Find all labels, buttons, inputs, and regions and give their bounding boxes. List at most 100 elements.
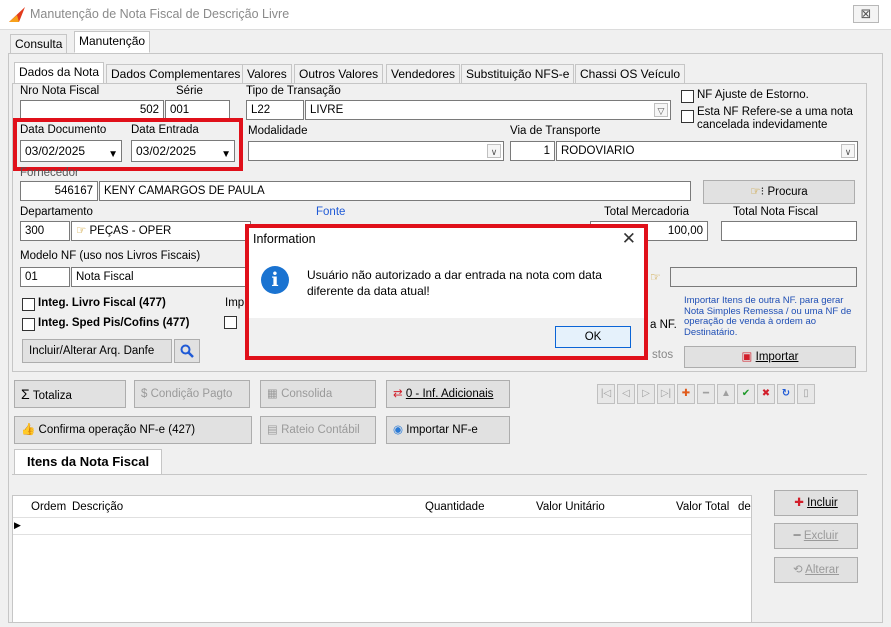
thumbs-up-icon: 👍: [21, 424, 36, 436]
modelo-nf-extra-field[interactable]: [670, 267, 857, 287]
consolida-button[interactable]: ▦ Consolida: [260, 380, 376, 408]
subtab-label: Vendedores: [391, 67, 456, 81]
subtab-dados-complementares[interactable]: Dados Complementares: [106, 64, 246, 84]
tab-itens-nf[interactable]: Itens da Nota Fiscal: [14, 449, 163, 475]
departamento-value: PEÇAS - OPER: [89, 225, 172, 237]
via-transporte-select[interactable]: RODOVIARIO ∨: [556, 141, 858, 161]
procura-button[interactable]: ☞⁝ Procura: [703, 180, 855, 204]
chevron-down-icon: ▼: [221, 149, 231, 160]
prev-record-button[interactable]: ◁: [617, 384, 635, 404]
integ-sped-checkbox[interactable]: [22, 318, 35, 331]
departamento-label: Departamento: [20, 206, 93, 218]
departamento-name[interactable]: ☞ PEÇAS - OPER: [71, 221, 251, 241]
fornecedor-code[interactable]: 546167: [20, 181, 98, 201]
condicao-pagto-button[interactable]: $ Condição Pagto: [134, 380, 250, 408]
last-record-button[interactable]: ▷|: [657, 384, 675, 404]
data-documento-label: Data Documento: [20, 124, 107, 136]
data-documento-picker[interactable]: 03/02/2025 ▼: [20, 140, 122, 162]
search-danfe-button[interactable]: [174, 339, 200, 363]
delete-record-button[interactable]: ━: [697, 384, 715, 404]
chevron-down-icon: ∨: [487, 144, 501, 158]
subtab-vendedores[interactable]: Vendedores: [386, 64, 461, 84]
sigma-icon: Σ: [21, 386, 30, 402]
subtab-chassi-os[interactable]: Chassi OS Veículo: [575, 64, 686, 84]
subtab-label: Substituição NFS-e: [466, 67, 570, 81]
col-quantidade: Quantidade: [425, 501, 485, 513]
excluir-item-button[interactable]: ━ Excluir: [774, 523, 858, 549]
edit-icon: ⟲: [792, 564, 803, 576]
information-dialog: Information ✕ i Usuário não autorizado a…: [245, 224, 648, 360]
modalidade-select[interactable]: ∨: [248, 141, 504, 161]
tipo-transacao-select[interactable]: LIVRE ▽: [305, 100, 671, 120]
extra-nav-button[interactable]: ▯: [797, 384, 815, 404]
modelo-nf-name[interactable]: Nota Fiscal: [71, 267, 251, 287]
condicao-pagto-label: Condição Pagto: [150, 388, 233, 400]
add-record-button[interactable]: ✚: [677, 384, 695, 404]
serie-field[interactable]: 001: [165, 100, 230, 120]
window-close-button[interactable]: ⊠: [853, 5, 879, 23]
incluir-label: Incluir: [807, 497, 838, 509]
refresh-button[interactable]: ↻: [777, 384, 795, 404]
col-de: de: [738, 501, 751, 513]
nf-ajuste-checkbox[interactable]: [681, 90, 694, 103]
totaliza-button[interactable]: Σ Totaliza: [14, 380, 126, 408]
tipo-transacao-label: Tipo de Transação: [246, 85, 341, 97]
via-transporte-code[interactable]: 1: [510, 141, 555, 161]
cancel-record-button[interactable]: ✖: [757, 384, 775, 404]
edit-record-button[interactable]: ▲: [717, 384, 735, 404]
tab-manutencao[interactable]: Manutenção: [74, 31, 151, 53]
items-divider: [12, 474, 867, 475]
confirma-nfe-button[interactable]: 👍 Confirma operação NF-e (427): [14, 416, 252, 444]
first-record-button[interactable]: |◁: [597, 384, 615, 404]
table-row[interactable]: ▶: [13, 517, 751, 535]
hand-pointer-icon: ☞: [650, 270, 661, 284]
consolida-label: Consolida: [281, 388, 333, 400]
incluir-item-button[interactable]: ✚ Incluir: [774, 490, 858, 516]
minus-icon: ━: [793, 530, 801, 542]
col-ordem: Ordem: [31, 501, 67, 513]
subtab-dados-nota[interactable]: Dados da Nota: [14, 62, 105, 84]
a-nf-partial-label: a NF.: [650, 319, 677, 331]
incluir-danfe-label: Incluir/Alterar Arq. Danfe: [29, 345, 155, 357]
inf-adicionais-button[interactable]: ⇄ 0 - Inf. Adicionais: [386, 380, 510, 408]
dialog-message-line1: Usuário não autorizado a dar entrada na …: [307, 268, 602, 282]
incluir-danfe-button[interactable]: Incluir/Alterar Arq. Danfe: [22, 339, 172, 363]
integ-livro-checkbox[interactable]: [22, 298, 35, 311]
subtab-outros-valores[interactable]: Outros Valores: [294, 64, 384, 84]
post-record-button[interactable]: ✔: [737, 384, 755, 404]
fonte-label: Fonte: [316, 206, 346, 218]
dialog-close-icon[interactable]: ✕: [622, 229, 636, 249]
subtab-valores[interactable]: Valores: [242, 64, 292, 84]
tab-consulta[interactable]: Consulta: [10, 34, 68, 54]
subtab-label: Outros Valores: [299, 67, 379, 81]
data-entrada-picker[interactable]: 03/02/2025 ▼: [131, 140, 235, 162]
rateio-contabil-button[interactable]: ▤ Rateio Contábil: [260, 416, 376, 444]
tipo-transacao-code[interactable]: L22: [246, 100, 304, 120]
serie-label: Série: [176, 85, 203, 97]
subtab-substituicao-nfse[interactable]: Substituição NFS-e: [461, 64, 575, 84]
modelo-nf-code[interactable]: 01: [20, 267, 70, 287]
info-icon: i: [261, 266, 289, 294]
dialog-button-bar: OK: [249, 318, 644, 356]
nf-refere-checkbox[interactable]: [681, 110, 694, 123]
stos-partial-label: stos: [652, 349, 674, 361]
next-record-button[interactable]: ▷: [637, 384, 655, 404]
col-valor-unitario: Valor Unitário: [536, 501, 605, 513]
via-transporte-value: RODOVIARIO: [561, 145, 635, 157]
chevron-down-icon: ▼: [108, 149, 118, 160]
row-indicator-icon: ▶: [14, 520, 21, 530]
modelo-nf-label: Modelo NF (uso nos Livros Fiscais): [20, 250, 201, 262]
nro-nf-field[interactable]: 502: [20, 100, 164, 120]
total-nf-field[interactable]: [721, 221, 857, 241]
consolida-icon: ▦: [267, 388, 278, 400]
via-transporte-label: Via de Transporte: [510, 125, 601, 137]
fornecedor-name[interactable]: KENY CAMARGOS DE PAULA: [99, 181, 691, 201]
departamento-code[interactable]: 300: [20, 221, 70, 241]
importar-nfe-button[interactable]: ◉ Importar NF-e: [386, 416, 510, 444]
alterar-item-button[interactable]: ⟲ Alterar: [774, 557, 858, 583]
window-titlebar: Manutenção de Nota Fiscal de Descrição L…: [0, 0, 891, 30]
importar-button[interactable]: ▣ Importar: [684, 346, 856, 368]
tab-consulta-label: Consulta: [15, 37, 63, 51]
imp-checkbox[interactable]: [224, 316, 237, 329]
ok-button[interactable]: OK: [555, 326, 631, 348]
